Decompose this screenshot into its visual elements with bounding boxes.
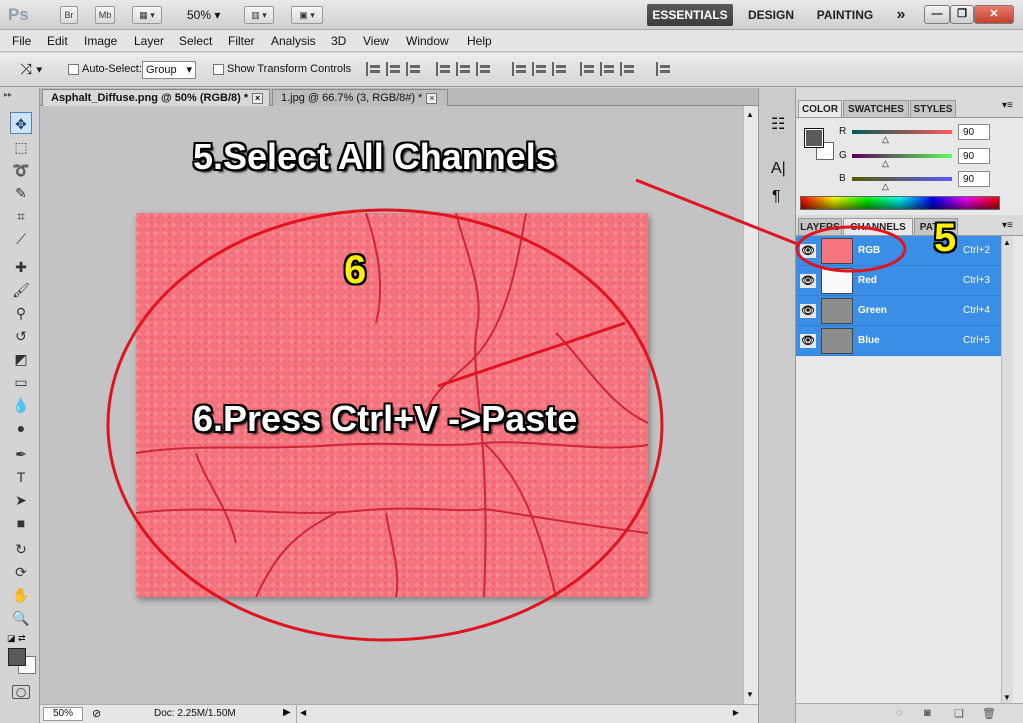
annotation-number-5: 5 [934, 216, 957, 260]
annotation-ellipse-rgb [795, 225, 907, 273]
annotation-step6-text: 6.Press Ctrl+V ->Paste [193, 398, 578, 439]
annotation-overlay [106, 178, 907, 642]
annotation-number-6: 6 [344, 248, 367, 292]
annotation-arrow-step5 [635, 178, 801, 247]
annotation-arrow-step6 [437, 321, 626, 388]
annotation-step5-text: 5.Select All Channels [193, 136, 556, 177]
